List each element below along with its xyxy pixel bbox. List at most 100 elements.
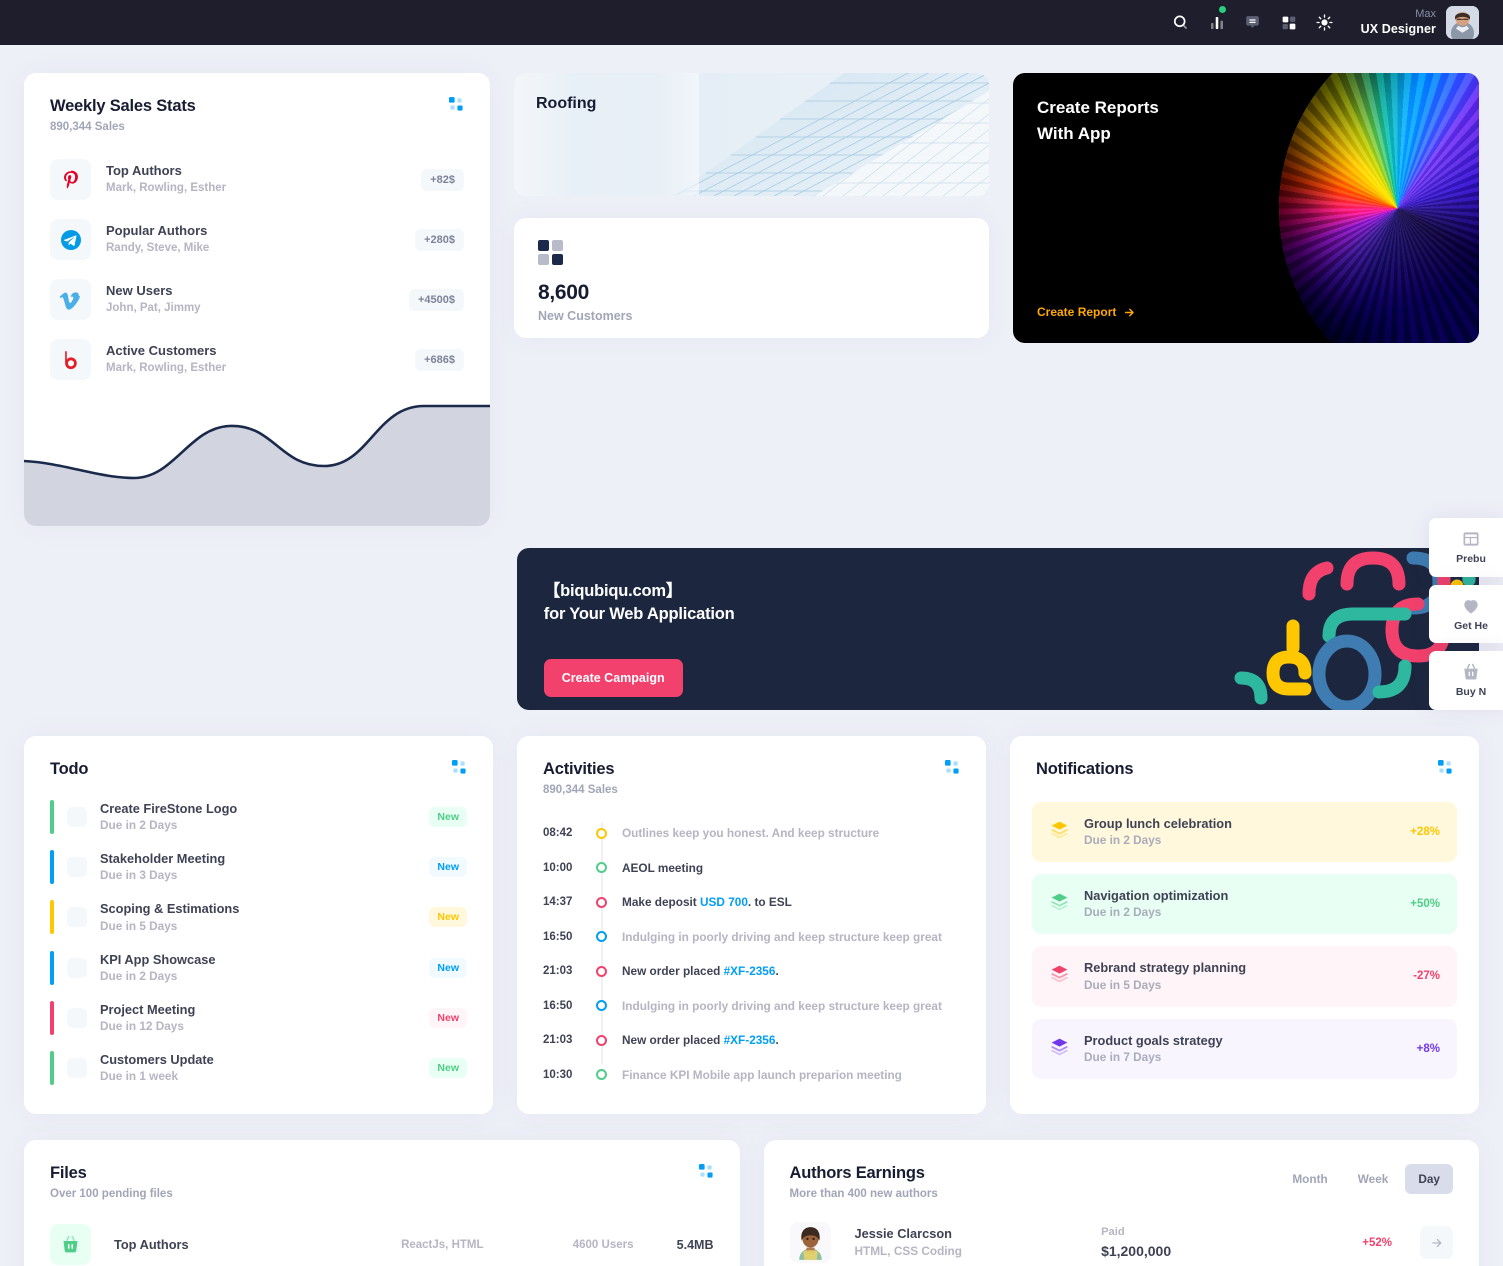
list-item-title: Rebrand strategy planning bbox=[1084, 960, 1247, 976]
create-reports-card[interactable]: Create Reports With App Create Report bbox=[1013, 73, 1479, 343]
chat-bubble-icon[interactable] bbox=[1235, 5, 1271, 41]
list-item-title: Scoping & Estimations bbox=[100, 901, 240, 917]
list-item[interactable]: New Users John, Pat, Jimmy +4500$ bbox=[50, 279, 464, 320]
bar-chart-icon[interactable] bbox=[1199, 5, 1235, 41]
timeline-dot bbox=[592, 862, 611, 874]
timeline-item: 16:50 Indulging in poorly driving and ke… bbox=[543, 989, 960, 1024]
table-row[interactable]: Jessie Clarcson HTML, CSS Coding Paid $1… bbox=[789, 1222, 1454, 1263]
timeline-item: 16:50 Indulging in poorly driving and ke… bbox=[543, 920, 960, 955]
percent-badge: +52% bbox=[1362, 1236, 1393, 1249]
todo-checkbox[interactable] bbox=[67, 807, 87, 828]
roofing-card[interactable]: Roofing bbox=[514, 73, 989, 196]
activities-timeline: 08:42 Outlines keep you honest. And keep… bbox=[517, 796, 986, 1092]
list-item[interactable]: Popular Authors Randy, Steve, Mike +280$ bbox=[50, 219, 464, 260]
list-item-title: Product goals strategy bbox=[1084, 1032, 1223, 1048]
list-item[interactable]: Project Meeting Due in 12 Days New bbox=[50, 1000, 467, 1035]
list-item[interactable]: Navigation optimization Due in 2 Days +5… bbox=[1032, 874, 1457, 935]
list-item[interactable]: Top Authors Mark, Rowling, Esther +82$ bbox=[50, 159, 464, 200]
files-subtitle: Over 100 pending files bbox=[50, 1188, 173, 1200]
list-item-subtitle: Due in 12 Days bbox=[100, 1019, 184, 1034]
list-item-title: KPI App Showcase bbox=[100, 951, 216, 967]
table-row[interactable]: Top Authors ReactJs, HTML 4600 Users 5.4… bbox=[50, 1224, 714, 1265]
theme-sun-icon[interactable] bbox=[1307, 5, 1343, 41]
squares-icon bbox=[538, 240, 965, 265]
card-menu-icon[interactable] bbox=[945, 760, 960, 780]
activity-link[interactable]: #XF-2356 bbox=[724, 964, 776, 978]
amount-badge: +4500$ bbox=[408, 288, 464, 311]
card-menu-icon[interactable] bbox=[698, 1164, 714, 1184]
list-item-title: Navigation optimization bbox=[1084, 888, 1229, 904]
list-item[interactable]: Stakeholder Meeting Due in 3 Days New bbox=[50, 850, 467, 885]
list-item-subtitle: Due in 5 Days bbox=[1084, 977, 1162, 992]
pinterest-icon bbox=[50, 159, 91, 200]
card-subtitle: 890,344 Sales bbox=[50, 121, 125, 133]
list-item[interactable]: Group lunch celebration Due in 2 Days +2… bbox=[1032, 802, 1457, 863]
todo-checkbox[interactable] bbox=[67, 957, 87, 978]
search-icon[interactable] bbox=[1163, 5, 1199, 41]
layers-icon bbox=[1049, 1036, 1070, 1062]
notifications-title: Notifications bbox=[1036, 760, 1134, 778]
todo-checkbox[interactable] bbox=[67, 1058, 87, 1079]
list-item[interactable]: Create FireStone Logo Due in 2 Days New bbox=[50, 800, 467, 835]
float-panel-label: Get He bbox=[1454, 619, 1488, 632]
status-dot bbox=[1218, 5, 1226, 13]
files-card: Files Over 100 pending files Top Authors… bbox=[24, 1140, 740, 1266]
layers-icon bbox=[1049, 963, 1070, 989]
timeline-item: 08:42 Outlines keep you honest. And keep… bbox=[543, 816, 960, 851]
user-profile[interactable]: Max UX Designer bbox=[1361, 6, 1479, 39]
basket-icon bbox=[50, 1224, 91, 1265]
avatar[interactable] bbox=[1446, 6, 1479, 39]
activity-tail: . bbox=[775, 964, 779, 979]
row-arrow-button[interactable] bbox=[1420, 1226, 1454, 1259]
status-badge: New bbox=[429, 857, 467, 878]
card-menu-icon[interactable] bbox=[449, 97, 464, 117]
files-title: Files bbox=[50, 1164, 87, 1182]
file-size: 5.4MB bbox=[676, 1237, 714, 1252]
todo-checkbox[interactable] bbox=[67, 1007, 87, 1028]
todo-checkbox[interactable] bbox=[67, 907, 87, 928]
card-menu-icon[interactable] bbox=[452, 760, 467, 780]
float-panel-item[interactable]: Buy N bbox=[1429, 651, 1503, 710]
timeline-item: 10:00 AEOL meeting bbox=[543, 851, 960, 886]
arrow-right-icon bbox=[1125, 308, 1135, 316]
list-item-subtitle: Due in 5 Days bbox=[100, 918, 178, 933]
create-report-link[interactable]: Create Report bbox=[1037, 305, 1136, 319]
telegram-icon bbox=[50, 219, 91, 260]
glass-building-image bbox=[514, 73, 989, 196]
activity-text: Make deposit bbox=[622, 895, 701, 910]
files-list: Top Authors ReactJs, HTML 4600 Users 5.4… bbox=[24, 1200, 740, 1266]
tab-month[interactable]: Month bbox=[1279, 1164, 1340, 1194]
second-row: Todo Create FireStone Logo Due in 2 Days… bbox=[24, 736, 1479, 1114]
grid-layout-icon[interactable] bbox=[1271, 5, 1307, 41]
list-item-subtitle: Due in 2 Days bbox=[100, 968, 178, 983]
tab-day[interactable]: Day bbox=[1405, 1164, 1453, 1194]
float-panel-item[interactable]: Prebu bbox=[1429, 518, 1503, 577]
activity-time: 10:00 bbox=[543, 861, 573, 874]
tab-week[interactable]: Week bbox=[1345, 1164, 1402, 1194]
percent-badge: +28% bbox=[1410, 826, 1440, 839]
todo-checkbox[interactable] bbox=[67, 857, 87, 878]
author-role: HTML, CSS Coding bbox=[854, 1244, 962, 1259]
activity-text: Outlines keep you honest. And keep struc… bbox=[622, 826, 880, 841]
activity-link[interactable]: #XF-2356 bbox=[724, 1033, 776, 1047]
create-campaign-button[interactable]: Create Campaign bbox=[543, 659, 683, 697]
page-title: Weekly Sales Stats bbox=[50, 97, 196, 115]
list-item[interactable]: KPI App Showcase Due in 2 Days New bbox=[50, 950, 467, 985]
status-badge: New bbox=[429, 807, 467, 828]
list-item[interactable]: Rebrand strategy planning Due in 5 Days … bbox=[1032, 946, 1457, 1007]
list-item-title: New Users bbox=[106, 282, 173, 298]
activity-text: Finance KPI Mobile app launch preparion … bbox=[622, 1067, 902, 1082]
float-panel-item[interactable]: Get He bbox=[1429, 584, 1503, 644]
card-menu-icon[interactable] bbox=[1438, 760, 1453, 780]
list-item[interactable]: Product goals strategy Due in 7 Days +8% bbox=[1032, 1018, 1457, 1079]
activity-time: 21:03 bbox=[543, 1034, 573, 1047]
layers-icon bbox=[1049, 819, 1070, 845]
list-item[interactable]: Customers Update Due in 1 week New bbox=[50, 1051, 467, 1086]
authors-earnings-card: Authors Earnings More than 400 new autho… bbox=[763, 1140, 1479, 1266]
activity-text: New order placed bbox=[622, 1033, 724, 1048]
activity-link[interactable]: USD 700 bbox=[700, 895, 748, 909]
activity-time: 21:03 bbox=[543, 965, 573, 978]
paid-amount: $1,200,000 bbox=[1101, 1243, 1172, 1260]
timeline-item: 10:30 Finance KPI Mobile app launch prep… bbox=[543, 1058, 960, 1093]
list-item[interactable]: Scoping & Estimations Due in 5 Days New bbox=[50, 900, 467, 935]
